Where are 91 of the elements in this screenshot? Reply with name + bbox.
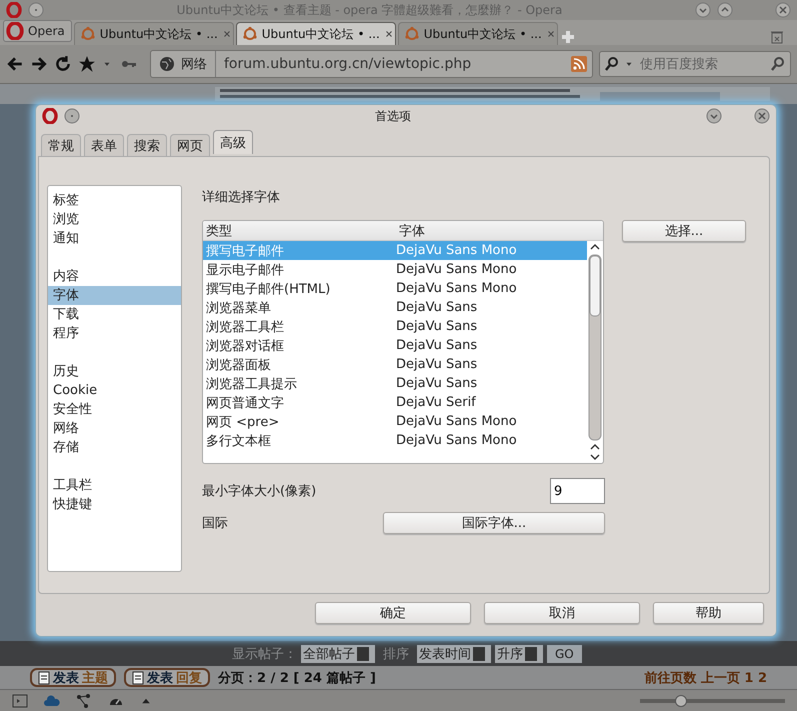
opera-menu-button[interactable]: Opera xyxy=(3,20,72,42)
reload-icon[interactable] xyxy=(54,55,72,73)
font-row[interactable]: 浏览器对话框 DejaVu Sans xyxy=(203,336,587,355)
forward-icon[interactable] xyxy=(30,55,48,73)
browser-tab[interactable]: Ubuntu中文论坛 • ... xyxy=(236,22,396,45)
pagination-text: 分页：2 / 2 [ 24 篇帖子 ] xyxy=(218,670,376,686)
browser-tab[interactable]: Ubuntu中文论坛 • ... xyxy=(74,22,234,45)
min-size-label: 最小字体大小(像素) xyxy=(202,483,318,500)
dialog-button[interactable]: 取消 xyxy=(484,602,640,624)
category-item[interactable]: 快捷键 xyxy=(48,495,181,514)
opera-logo-icon xyxy=(6,2,22,18)
close-icon[interactable] xyxy=(222,29,232,39)
opera-logo-icon xyxy=(42,108,58,124)
font-row[interactable]: 浏览器工具栏 DejaVu Sans xyxy=(203,317,587,336)
category-item[interactable]: 下载 xyxy=(48,305,181,324)
trash-icon[interactable] xyxy=(769,29,785,45)
close-icon[interactable] xyxy=(546,29,556,39)
category-item[interactable]: 内容 xyxy=(48,267,181,286)
column-header[interactable]: 字体 xyxy=(396,222,603,240)
ubuntu-logo-icon xyxy=(80,26,96,42)
search-icon[interactable] xyxy=(604,56,620,72)
globe-icon[interactable] xyxy=(159,56,175,72)
search-icon[interactable] xyxy=(770,56,786,72)
font-row[interactable]: 多行文本框 DejaVu Sans Mono xyxy=(203,431,587,450)
slider-thumb[interactable] xyxy=(674,695,687,707)
category-item[interactable]: 存储 xyxy=(48,438,181,457)
font-row[interactable]: 网页普通文字 DejaVu Serif xyxy=(203,393,587,412)
font-row[interactable]: 浏览器菜单 DejaVu Sans xyxy=(203,298,587,317)
category-item[interactable]: 程序 xyxy=(48,324,181,343)
category-item[interactable]: 安全性 xyxy=(48,400,181,419)
browser-tab[interactable]: Ubuntu中文论坛 • ... xyxy=(398,22,558,45)
choose-button[interactable]: 选择... xyxy=(622,220,746,242)
document-icon xyxy=(38,670,50,684)
category-item[interactable]: 字体 xyxy=(48,286,181,305)
font-row[interactable]: 浏览器工具提示 DejaVu Sans xyxy=(203,374,587,393)
section-heading: 详细选择字体 xyxy=(202,189,281,207)
address-field[interactable]: forum.ubuntu.org.cn/viewtopic.php xyxy=(216,56,571,72)
dialog-title: 首选项 xyxy=(374,108,412,124)
category-item[interactable]: 浏览 xyxy=(48,210,181,229)
international-label: 国际 xyxy=(202,515,229,532)
dialog-button[interactable]: 确定 xyxy=(315,602,471,624)
ubuntu-logo-icon xyxy=(404,26,420,42)
cloud-icon[interactable] xyxy=(44,693,60,709)
category-item[interactable]: Cookie xyxy=(48,381,181,400)
page-jump-text: 前往页数 上一页 1 2 xyxy=(644,670,767,686)
category-item[interactable]: 标签 xyxy=(48,191,181,210)
window-menu-icon[interactable] xyxy=(28,2,44,18)
star-icon[interactable] xyxy=(78,55,96,73)
font-row[interactable]: 显示电子邮件 DejaVu Sans Mono xyxy=(203,260,587,279)
minimize-icon[interactable] xyxy=(706,108,722,124)
settings-tab[interactable]: 高级 xyxy=(213,130,253,154)
search-box[interactable]: 使用百度搜索 xyxy=(599,51,791,77)
maximize-icon[interactable] xyxy=(717,2,733,18)
opera-logo-icon xyxy=(6,22,24,40)
search-field[interactable]: 使用百度搜索 xyxy=(638,56,766,72)
back-icon[interactable] xyxy=(6,55,24,73)
rss-icon[interactable] xyxy=(571,56,587,72)
go-button[interactable]: GO xyxy=(547,644,582,662)
min-size-field[interactable]: 9 xyxy=(550,478,605,504)
new-tab-icon[interactable] xyxy=(560,29,576,45)
share-icon[interactable] xyxy=(76,693,92,709)
dropdown[interactable]: 全部帖子 xyxy=(301,644,375,662)
close-icon[interactable] xyxy=(775,2,791,18)
category-item[interactable]: 历史 xyxy=(48,362,181,381)
sort-label: 排序 xyxy=(383,646,409,662)
font-row[interactable]: 网页 <pre> DejaVu Sans Mono xyxy=(203,412,587,431)
font-row[interactable]: 撰写电子邮件(HTML) DejaVu Sans Mono xyxy=(203,279,587,298)
post-button[interactable]: 发表 主题 xyxy=(30,668,116,687)
close-icon[interactable] xyxy=(754,108,770,124)
close-icon[interactable] xyxy=(384,29,394,39)
dropdown[interactable]: 发表时间 xyxy=(417,644,491,662)
window-menu-icon[interactable] xyxy=(64,108,80,124)
font-row[interactable]: 浏览器面板 DejaVu Sans xyxy=(203,355,587,374)
category-item[interactable]: 通知 xyxy=(48,229,181,248)
minimize-icon[interactable] xyxy=(695,2,711,18)
ubuntu-logo-icon xyxy=(242,26,258,42)
category-item[interactable]: 网络 xyxy=(48,419,181,438)
settings-tab[interactable]: 网页 xyxy=(170,134,210,156)
settings-tab[interactable]: 表单 xyxy=(84,134,124,156)
settings-tab[interactable]: 搜索 xyxy=(127,134,167,156)
column-header[interactable]: 类型 xyxy=(203,222,396,240)
security-badge[interactable]: 网络 xyxy=(151,51,216,77)
category-item[interactable]: 工具栏 xyxy=(48,476,181,495)
post-button[interactable]: 发表 回复 xyxy=(124,668,210,687)
document-icon xyxy=(132,670,144,684)
settings-tab[interactable]: 常规 xyxy=(41,134,81,156)
dropdown[interactable]: 升序 xyxy=(495,644,543,662)
international-fonts-button[interactable]: 国际字体... xyxy=(383,512,605,534)
panel-icon[interactable] xyxy=(12,693,28,709)
dialog-button[interactable]: 帮助 xyxy=(653,602,764,624)
filter-label: 显示帖子： xyxy=(232,646,297,662)
